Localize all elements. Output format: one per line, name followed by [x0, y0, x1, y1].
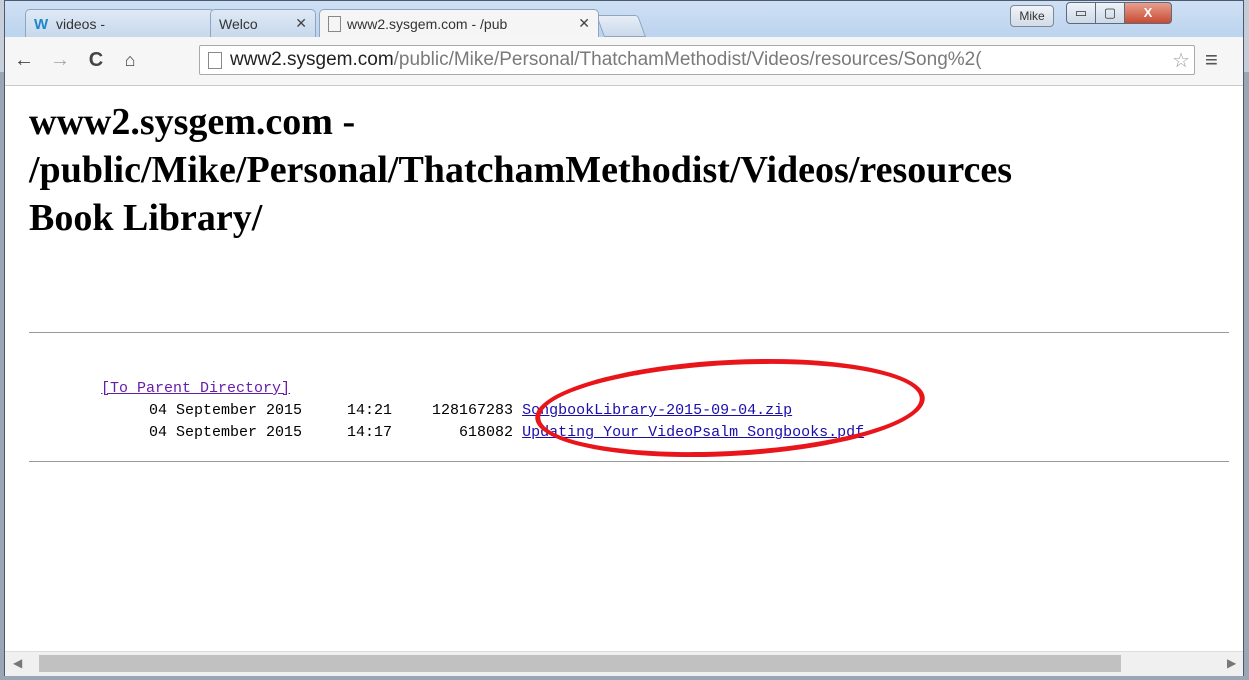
- profile-button[interactable]: Mike: [1010, 5, 1054, 27]
- parent-directory-link[interactable]: [To Parent Directory]: [101, 380, 290, 397]
- divider: [29, 332, 1229, 333]
- tab-title: Welco: [219, 15, 258, 32]
- page-icon: [328, 15, 341, 32]
- file-date: 04 September 2015: [149, 402, 303, 419]
- file-size: 128167283: [432, 402, 514, 419]
- close-icon[interactable]: ✕: [295, 15, 307, 32]
- file-date: 04 September 2015: [149, 424, 303, 441]
- tab-title: www2.sysgem.com - /pub: [347, 15, 508, 32]
- maximize-button[interactable]: ▢: [1095, 2, 1125, 24]
- wix-icon: W: [34, 15, 49, 33]
- directory-listing: [To Parent Directory] 04 September 2015 1…: [29, 356, 864, 466]
- url-path: /public/Mike/Personal/ThatchamMethodist/…: [393, 49, 982, 70]
- page-icon: [208, 51, 222, 69]
- file-size: 618082: [459, 424, 514, 441]
- file-time: 14:21: [347, 402, 393, 419]
- page-content: www2.sysgem.com - /public/Mike/Personal/…: [5, 86, 1243, 651]
- horizontal-scrollbar[interactable]: ◀ ▶: [5, 651, 1243, 676]
- divider: [29, 461, 1229, 462]
- browser-toolbar: ← → C ⌂ www2.sysgem.com /public/Mike/Per…: [5, 37, 1243, 86]
- close-icon[interactable]: ✕: [578, 15, 590, 32]
- address-bar[interactable]: www2.sysgem.com /public/Mike/Personal/Th…: [199, 45, 1195, 75]
- tab-videos[interactable]: W videos -: [25, 9, 215, 37]
- browser-window: W videos - Welco ✕ www2.sysgem.com - /pu…: [4, 0, 1244, 676]
- new-tab-button[interactable]: [595, 15, 647, 37]
- home-button[interactable]: ⌂: [117, 47, 143, 73]
- page-heading: www2.sysgem.com - /public/Mike/Personal/…: [29, 101, 1013, 239]
- url-host: www2.sysgem.com: [230, 49, 394, 70]
- tab-title: videos -: [56, 15, 106, 32]
- tab-welcome[interactable]: Welco ✕: [210, 9, 316, 37]
- menu-icon[interactable]: ≡: [1205, 47, 1218, 73]
- scroll-left-icon[interactable]: ◀: [13, 656, 22, 670]
- back-button[interactable]: ←: [11, 47, 37, 73]
- star-icon[interactable]: ☆: [1172, 48, 1190, 73]
- scrollbar-thumb[interactable]: [39, 655, 1121, 672]
- close-window-button[interactable]: X: [1124, 2, 1172, 24]
- tab-sysgem[interactable]: www2.sysgem.com - /pub ✕: [319, 9, 599, 37]
- minimize-button[interactable]: ▭: [1066, 2, 1096, 24]
- red-ellipse-annotation: [532, 349, 928, 467]
- forward-button[interactable]: →: [47, 47, 73, 73]
- file-time: 14:17: [347, 424, 393, 441]
- tab-strip: W videos - Welco ✕ www2.sysgem.com - /pu…: [5, 1, 1243, 37]
- scroll-right-icon[interactable]: ▶: [1227, 656, 1236, 670]
- reload-button[interactable]: C: [83, 47, 109, 73]
